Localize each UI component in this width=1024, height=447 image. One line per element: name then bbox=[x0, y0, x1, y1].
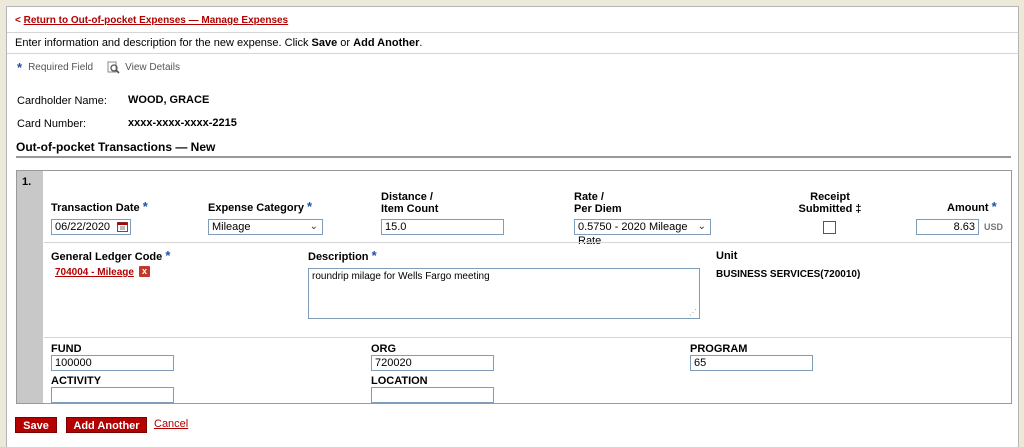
amount-label-text: Amount bbox=[947, 202, 989, 214]
location-input[interactable] bbox=[371, 387, 494, 403]
required-star-icon: * bbox=[307, 199, 313, 214]
gl-code-label-text: General Ledger Code bbox=[51, 251, 163, 263]
magnifier-icon[interactable] bbox=[107, 61, 120, 74]
activity-input[interactable] bbox=[51, 387, 174, 403]
description-label: Description * bbox=[308, 248, 377, 263]
rate-label: Rate / Per Diem bbox=[574, 191, 622, 215]
chevron-down-icon: ⌄ bbox=[309, 221, 318, 232]
cardholder-name-value: WOOD, GRACE bbox=[128, 94, 210, 106]
distance-label: Distance / Item Count bbox=[381, 191, 438, 215]
transaction-date-label: Transaction Date * bbox=[51, 199, 148, 214]
required-star-icon: * bbox=[165, 248, 171, 263]
chevron-down-icon: ⌄ bbox=[697, 221, 706, 232]
back-arrow: < bbox=[15, 15, 21, 26]
currency-label: USD bbox=[984, 222, 1004, 232]
required-star-icon: * bbox=[371, 248, 377, 263]
org-input[interactable] bbox=[371, 355, 494, 371]
required-star-icon: * bbox=[142, 199, 148, 214]
intro-or-word: or bbox=[337, 37, 354, 49]
cardholder-name-label: Cardholder Name: bbox=[17, 95, 107, 107]
remove-gl-code-icon[interactable]: x bbox=[139, 266, 150, 277]
back-link-row: < Return to Out-of-pocket Expenses — Man… bbox=[15, 15, 288, 26]
expense-category-label-text: Expense Category bbox=[208, 202, 304, 214]
distance-input[interactable] bbox=[381, 219, 504, 235]
amount-label: Amount * bbox=[947, 199, 997, 214]
receipt-label: Receipt Submitted ‡ bbox=[790, 191, 870, 215]
receipt-label-line2: Submitted ‡ bbox=[798, 203, 862, 215]
section-title: Out-of-pocket Transactions — New bbox=[16, 140, 216, 154]
receipt-label-line1: Receipt bbox=[810, 191, 850, 203]
required-star-icon: * bbox=[17, 60, 23, 75]
back-link[interactable]: Return to Out-of-pocket Expenses — Manag… bbox=[24, 15, 289, 26]
unit-value: BUSINESS SERVICES(720010) bbox=[716, 269, 861, 280]
distance-label-line2: Item Count bbox=[381, 203, 439, 215]
required-field-label: Required Field bbox=[28, 62, 94, 73]
divider bbox=[44, 337, 1011, 338]
description-label-text: Description bbox=[308, 251, 369, 263]
divider bbox=[7, 53, 1018, 54]
expense-category-label: Expense Category * bbox=[208, 199, 312, 214]
expense-category-select[interactable]: Mileage ⌄ bbox=[208, 219, 323, 235]
activity-label: ACTIVITY bbox=[51, 375, 102, 387]
intro-text-part: Enter information and description for th… bbox=[15, 37, 312, 49]
section-rule bbox=[16, 156, 1011, 158]
amount-input[interactable] bbox=[916, 219, 979, 235]
distance-label-line1: Distance / bbox=[381, 191, 433, 203]
program-label: PROGRAM bbox=[690, 343, 748, 355]
required-star-icon: * bbox=[991, 199, 997, 214]
add-another-button[interactable]: Add Another bbox=[66, 417, 147, 433]
calendar-icon[interactable] bbox=[117, 221, 128, 232]
cancel-link[interactable]: Cancel bbox=[154, 418, 188, 430]
rate-select[interactable]: 0.5750 - 2020 Mileage Rate ⌄ bbox=[574, 219, 711, 247]
legend: * Required Field View Details bbox=[17, 60, 180, 75]
fund-input[interactable] bbox=[51, 355, 174, 371]
view-details-link[interactable]: View Details bbox=[125, 62, 180, 73]
org-label: ORG bbox=[371, 343, 397, 355]
intro-end: . bbox=[419, 37, 423, 49]
row-number-gutter: 1. bbox=[17, 171, 43, 403]
row-number: 1. bbox=[22, 176, 32, 188]
transaction-box: 1. Transaction Date * Expense Category *… bbox=[16, 170, 1012, 404]
description-value: roundrip milage for Wells Fargo meeting bbox=[312, 271, 490, 282]
divider bbox=[7, 32, 1018, 33]
transaction-date-label-text: Transaction Date bbox=[51, 202, 140, 214]
location-label: LOCATION bbox=[371, 375, 428, 387]
card-number-value: xxxx-xxxx-xxxx-2215 bbox=[128, 117, 237, 129]
gl-code-link[interactable]: 704004 - Mileage bbox=[55, 267, 134, 278]
main-panel: < Return to Out-of-pocket Expenses — Man… bbox=[6, 6, 1019, 447]
expense-category-value: Mileage bbox=[212, 221, 251, 233]
divider bbox=[44, 242, 1011, 243]
card-number-label: Card Number: bbox=[17, 118, 87, 130]
gl-code-label: General Ledger Code * bbox=[51, 248, 170, 263]
intro-add-another-word: Add Another bbox=[353, 37, 420, 49]
resize-handle-icon[interactable]: ⋰ bbox=[689, 308, 697, 317]
program-input[interactable] bbox=[690, 355, 813, 371]
rate-value: 0.5750 - 2020 Mileage Rate bbox=[578, 221, 688, 247]
receipt-submitted-checkbox[interactable] bbox=[823, 221, 836, 234]
intro-text: Enter information and description for th… bbox=[15, 37, 422, 49]
intro-save-word: Save bbox=[311, 37, 338, 49]
fund-label: FUND bbox=[51, 343, 82, 355]
rate-label-line2: Per Diem bbox=[574, 203, 622, 215]
description-textarea[interactable]: roundrip milage for Wells Fargo meeting … bbox=[308, 268, 700, 319]
save-button[interactable]: Save bbox=[15, 417, 57, 433]
rate-label-line1: Rate / bbox=[574, 191, 604, 203]
unit-label: Unit bbox=[716, 250, 738, 262]
